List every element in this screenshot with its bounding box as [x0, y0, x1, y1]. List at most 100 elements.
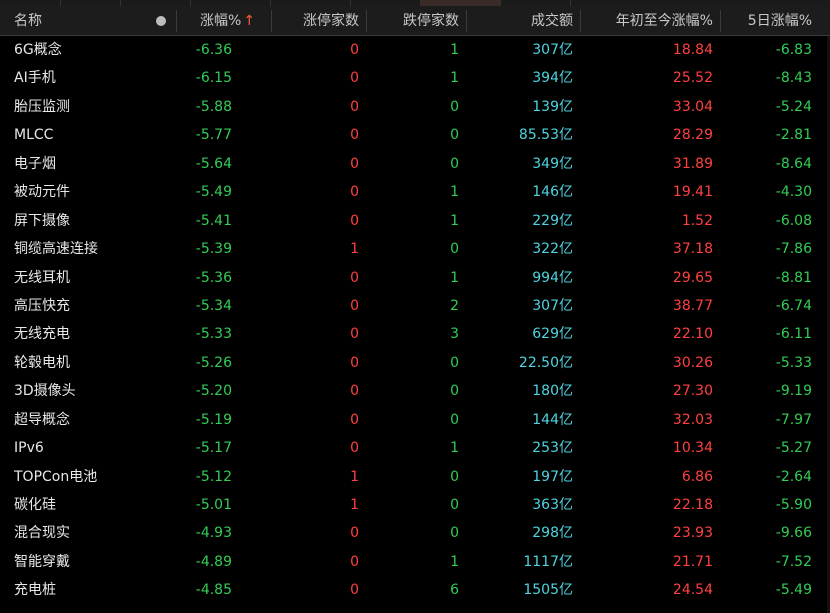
row-ytd-change: 24.54	[672, 582, 713, 599]
row-five-day: -5.90	[775, 497, 812, 513]
row-limit-down: 0	[450, 127, 459, 144]
row-ytd-change: 21.71	[672, 553, 713, 570]
table-row[interactable]: 铜缆高速连接 -5.39 1 0 322亿 37.18 -7.86	[0, 235, 830, 263]
row-limit-down: 0	[450, 497, 459, 513]
table-row[interactable]: 智能穿戴 -4.89 0 1 1117亿 21.71 -7.52	[0, 548, 830, 576]
row-volume: 1117亿	[523, 553, 573, 570]
row-limit-up: 0	[350, 155, 359, 172]
row-limit-up: 1	[350, 468, 359, 485]
row-limit-down: 6	[450, 582, 459, 599]
row-volume: 1505亿	[523, 582, 573, 599]
table-header: 名称 涨幅% ↑ 涨停家数 跌停家数 成交额 年初至今涨幅% 5日涨幅%	[0, 6, 830, 36]
row-name: 屏下摄像	[14, 212, 70, 229]
table-row[interactable]: 轮毂电机 -5.26 0 0 22.50亿 30.26 -5.33	[0, 349, 830, 377]
row-limit-down: 0	[450, 468, 459, 485]
row-name: 6G概念	[14, 42, 62, 58]
row-volume: 146亿	[532, 184, 573, 201]
row-limit-down: 1	[450, 212, 459, 229]
row-limit-up: 1	[350, 241, 359, 258]
table-row[interactable]: MLCC -5.77 0 0 85.53亿 28.29 -2.81	[0, 121, 830, 149]
table-row[interactable]: 电子烟 -5.64 0 0 349亿 31.89 -8.64	[0, 150, 830, 178]
row-change-pct: -5.19	[195, 411, 232, 428]
row-volume: 363亿	[532, 497, 573, 513]
row-volume: 253亿	[532, 440, 573, 457]
header-limit-down[interactable]: 跌停家数	[403, 6, 459, 36]
table-row[interactable]: IPv6 -5.17 0 1 253亿 10.34 -5.27	[0, 434, 830, 462]
row-name: 胎压监测	[14, 98, 70, 115]
row-five-day: -5.49	[775, 582, 812, 599]
table-row[interactable]: 混合现实 -4.93 0 0 298亿 23.93 -9.66	[0, 519, 830, 547]
table-row[interactable]: 高压快充 -5.34 0 2 307亿 38.77 -6.74	[0, 292, 830, 320]
table-row[interactable]: 6G概念 -6.36 0 1 307亿 18.84 -6.83	[0, 36, 830, 64]
row-five-day: -9.66	[775, 525, 812, 542]
header-change-pct[interactable]: 涨幅% ↑	[200, 6, 255, 36]
row-limit-up: 0	[350, 98, 359, 115]
row-five-day: -2.81	[775, 127, 812, 144]
row-change-pct: -5.33	[195, 326, 232, 343]
row-limit-down: 0	[450, 354, 459, 371]
row-limit-up: 0	[350, 70, 359, 87]
row-ytd-change: 6.86	[681, 468, 713, 485]
table-row[interactable]: 充电桩 -4.85 0 6 1505亿 24.54 -5.49	[0, 576, 830, 604]
sort-up-icon: ↑	[243, 13, 256, 29]
row-limit-up: 0	[350, 212, 359, 229]
row-change-pct: -4.89	[195, 553, 232, 570]
row-five-day: -9.19	[775, 383, 812, 400]
row-volume: 322亿	[532, 241, 573, 258]
row-name: IPv6	[14, 440, 44, 457]
table-row[interactable]: 3D摄像头 -5.20 0 0 180亿 27.30 -9.19	[0, 377, 830, 405]
row-change-pct: -5.41	[195, 212, 232, 229]
row-ytd-change: 38.77	[672, 297, 713, 314]
row-ytd-change: 27.30	[672, 383, 713, 400]
dot-icon[interactable]	[156, 16, 166, 26]
table-row[interactable]: 超导概念 -5.19 0 0 144亿 32.03 -7.97	[0, 406, 830, 434]
table-row[interactable]: 屏下摄像 -5.41 0 1 229亿 1.52 -6.08	[0, 207, 830, 235]
row-limit-down: 0	[450, 411, 459, 428]
row-limit-down: 1	[450, 184, 459, 201]
row-five-day: -8.81	[775, 269, 812, 286]
row-volume: 197亿	[532, 468, 573, 485]
row-volume: 22.50亿	[518, 354, 573, 371]
row-change-pct: -5.17	[195, 440, 232, 457]
row-volume: 144亿	[532, 411, 573, 428]
header-name[interactable]: 名称	[14, 6, 42, 36]
table-row[interactable]: 无线耳机 -5.36 0 1 994亿 29.65 -8.81	[0, 264, 830, 292]
row-limit-down: 1	[450, 269, 459, 286]
row-volume: 180亿	[532, 383, 573, 400]
row-change-pct: -5.77	[195, 127, 232, 144]
row-five-day: -6.74	[775, 297, 812, 314]
table-row[interactable]: 被动元件 -5.49 0 1 146亿 19.41 -4.30	[0, 178, 830, 206]
table-row[interactable]: 胎压监测 -5.88 0 0 139亿 33.04 -5.24	[0, 93, 830, 121]
header-divider	[271, 10, 272, 32]
row-change-pct: -5.36	[195, 269, 232, 286]
header-volume[interactable]: 成交额	[531, 6, 573, 36]
row-change-pct: -5.64	[195, 155, 232, 172]
table-row[interactable]: 无线充电 -5.33 0 3 629亿 22.10 -6.11	[0, 320, 830, 348]
row-volume: 298亿	[532, 525, 573, 542]
row-limit-up: 0	[350, 440, 359, 457]
row-change-pct: -6.36	[195, 42, 232, 58]
row-change-pct: -4.93	[195, 525, 232, 542]
header-limit-up[interactable]: 涨停家数	[303, 6, 359, 36]
header-five-day[interactable]: 5日涨幅%	[748, 6, 812, 36]
row-volume: 629亿	[532, 326, 573, 343]
row-name: 无线耳机	[14, 269, 70, 286]
row-limit-down: 3	[450, 326, 459, 343]
row-name: 轮毂电机	[14, 354, 70, 371]
row-name: 智能穿戴	[14, 553, 70, 570]
row-name: 高压快充	[14, 297, 70, 314]
row-change-pct: -4.85	[195, 582, 232, 599]
table-row[interactable]: 碳化硅 -5.01 1 0 363亿 22.18 -5.90	[0, 491, 830, 519]
table-row[interactable]: AI手机 -6.15 0 1 394亿 25.52 -8.43	[0, 64, 830, 92]
row-limit-down: 1	[450, 440, 459, 457]
row-limit-up: 0	[350, 354, 359, 371]
table-row[interactable]: TOPCon电池 -5.12 1 0 197亿 6.86 -2.64	[0, 463, 830, 491]
row-limit-down: 0	[450, 241, 459, 258]
row-five-day: -7.97	[775, 411, 812, 428]
row-change-pct: -5.20	[195, 383, 232, 400]
header-ytd-change[interactable]: 年初至今涨幅%	[616, 6, 713, 36]
row-change-pct: -5.34	[195, 297, 232, 314]
row-change-pct: -5.39	[195, 241, 232, 258]
header-divider	[176, 10, 177, 32]
row-five-day: -6.11	[775, 326, 812, 343]
